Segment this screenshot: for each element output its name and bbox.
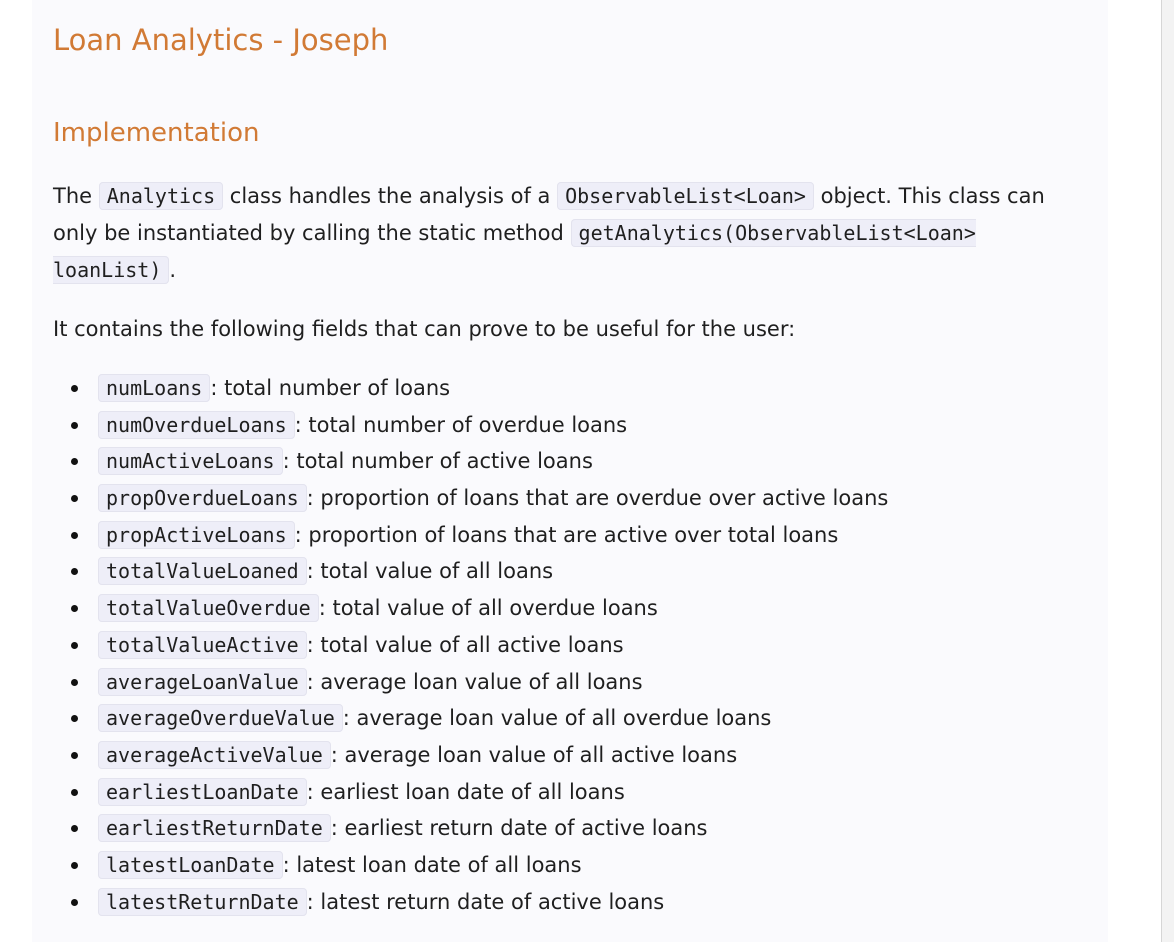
section-heading-implementation: Implementation	[53, 118, 260, 148]
list-item: numOverdueLoans: total number of overdue…	[53, 407, 1093, 444]
list-item: numLoans: total number of loans	[53, 370, 1093, 407]
bullet-icon	[71, 861, 78, 869]
field-name-code: averageOverdueValue	[98, 704, 343, 733]
scrollbar-track[interactable]	[1161, 0, 1174, 942]
field-name-code: numOverdueLoans	[98, 410, 295, 439]
field-description: : latest return date of active loans	[306, 889, 665, 914]
field-description: : total value of all loans	[306, 559, 554, 584]
field-description: : total value of all overdue loans	[318, 596, 658, 621]
field-description: : total number of active loans	[282, 449, 593, 474]
field-description: : total number of loans	[210, 376, 451, 400]
bullet-icon	[71, 568, 78, 576]
field-description: : earliest loan date of all loans	[306, 779, 625, 804]
field-description: : proportion of loans that are active ov…	[294, 522, 839, 547]
field-list: numLoans: total number of loans numOverdu…	[53, 370, 1093, 920]
bullet-icon	[71, 715, 78, 723]
bullet-icon	[71, 641, 78, 649]
list-item: totalValueLoaned: total value of all loa…	[53, 553, 1093, 590]
list-item: totalValueActive: total value of all act…	[53, 627, 1093, 664]
list-item: propOverdueLoans: proportion of loans th…	[53, 480, 1093, 517]
field-description: : latest loan date of all loans	[282, 852, 582, 877]
code-observable-list: ObservableList<Loan>	[557, 182, 814, 210]
field-name-code: propOverdueLoans	[98, 484, 307, 513]
field-name-code: latestReturnDate	[98, 887, 307, 916]
field-description: : average loan value of all loans	[306, 669, 643, 694]
field-description: : proportion of loans that are overdue o…	[306, 486, 889, 511]
page-title: Loan Analytics - Joseph	[53, 23, 389, 57]
list-item: latestLoanDate: latest loan date of all …	[53, 847, 1093, 884]
bullet-icon	[71, 458, 78, 466]
bullet-icon	[71, 421, 78, 429]
code-analytics: Analytics	[98, 182, 224, 210]
field-description: : earliest return date of active loans	[330, 816, 708, 841]
bullet-icon	[71, 531, 78, 539]
field-name-code: averageLoanValue	[98, 667, 307, 696]
field-name-code: averageActiveValue	[98, 740, 331, 769]
list-item: earliestLoanDate: earliest loan date of …	[53, 774, 1093, 811]
list-item: numActiveLoans: total number of active l…	[53, 443, 1093, 480]
list-item: totalValueOverdue: total value of all ov…	[53, 590, 1093, 627]
list-item: earliestReturnDate: earliest return date…	[53, 810, 1093, 847]
list-item: latestReturnDate: latest return date of …	[53, 884, 1093, 921]
field-name-code: latestLoanDate	[98, 850, 283, 879]
field-name-code: totalValueLoaned	[98, 557, 307, 586]
bullet-icon	[71, 788, 78, 796]
bullet-icon	[71, 678, 78, 686]
field-name-code: totalValueActive	[98, 630, 307, 659]
field-name-code: totalValueOverdue	[98, 594, 319, 623]
field-name-code: propActiveLoans	[98, 520, 295, 549]
fields-intro-paragraph: It contains the following fields that ca…	[53, 317, 796, 341]
list-item: averageActiveValue: average loan value o…	[53, 737, 1093, 774]
list-item: propActiveLoans: proportion of loans tha…	[53, 517, 1093, 554]
field-description: : total value of all active loans	[306, 632, 624, 657]
field-description: : average loan value of all active loans	[330, 742, 738, 767]
bullet-icon	[71, 605, 78, 613]
field-name-code: earliestReturnDate	[98, 814, 331, 843]
bullet-icon	[71, 385, 78, 392]
document-page: Loan Analytics - Joseph Implementation T…	[32, 0, 1108, 942]
field-description: : total number of overdue loans	[294, 412, 628, 437]
bullet-icon	[71, 495, 78, 503]
intro-text-4: .	[169, 258, 177, 282]
field-name-code: numLoans	[98, 374, 211, 402]
field-description: : average loan value of all overdue loan…	[342, 706, 772, 731]
field-name-code: earliestLoanDate	[98, 777, 307, 806]
intro-text-1: The	[53, 184, 99, 208]
intro-text-2: class handles the analysis of a	[223, 184, 558, 208]
bullet-icon	[71, 898, 78, 906]
list-item: averageLoanValue: average loan value of …	[53, 664, 1093, 701]
bullet-icon	[71, 751, 78, 759]
bullet-icon	[71, 825, 78, 833]
list-item: averageOverdueValue: average loan value …	[53, 700, 1093, 737]
field-name-code: numActiveLoans	[98, 447, 283, 476]
intro-paragraph: The Analytics class handles the analysis…	[53, 178, 1093, 289]
